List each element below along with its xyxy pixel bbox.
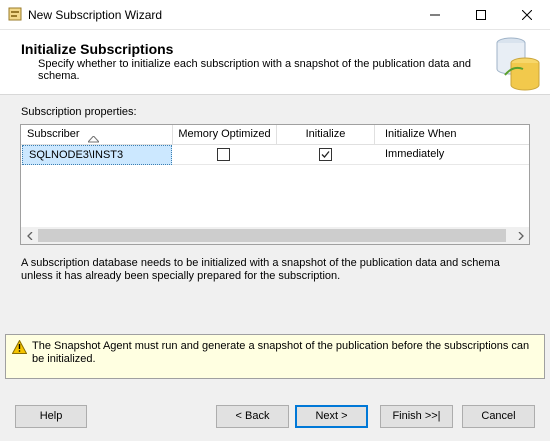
column-header-memory-optimized[interactable]: Memory Optimized: [173, 125, 277, 145]
finish-button[interactable]: Finish >>|: [380, 405, 453, 428]
memory-optimized-checkbox[interactable]: [217, 148, 230, 161]
warning-triangle-icon: [11, 339, 28, 357]
wizard-icon: [8, 7, 22, 21]
warning-panel: The Snapshot Agent must run and generate…: [5, 334, 545, 379]
next-button[interactable]: Next >: [295, 405, 368, 428]
column-header-initialize-when[interactable]: Initialize When: [375, 125, 529, 145]
initialize-cell: [277, 145, 375, 165]
maximize-button[interactable]: [458, 0, 504, 30]
wizard-header: Initialize Subscriptions Specify whether…: [0, 30, 550, 95]
help-button[interactable]: Help: [15, 405, 87, 428]
page-title: Initialize Subscriptions: [21, 41, 174, 57]
back-button[interactable]: < Back: [216, 405, 289, 428]
initialize-when-cell[interactable]: Immediately: [375, 145, 529, 165]
window-title: New Subscription Wizard: [28, 8, 163, 22]
initialize-checkbox[interactable]: [319, 148, 332, 161]
column-header-subscriber[interactable]: Subscriber: [21, 125, 173, 145]
grid-header: Subscriber Memory Optimized Initialize I…: [21, 125, 529, 145]
horizontal-scrollbar[interactable]: [21, 227, 529, 244]
title-bar: New Subscription Wizard: [0, 0, 550, 30]
subscriber-cell[interactable]: SQLNODE3\INST3: [22, 145, 172, 165]
scroll-right-icon[interactable]: [512, 227, 529, 244]
scrollbar-thumb[interactable]: [38, 229, 506, 242]
column-header-initialize[interactable]: Initialize: [277, 125, 375, 145]
database-cylinder-icon: [493, 35, 543, 94]
subscription-properties-label: Subscription properties:: [21, 106, 137, 118]
info-text: A subscription database needs to be init…: [21, 257, 500, 282]
table-row[interactable]: SQLNODE3\INST3 Immediately: [21, 145, 529, 165]
page-description: Specify whether to initialize each subsc…: [38, 58, 471, 82]
warning-text: The Snapshot Agent must run and generate…: [32, 340, 530, 365]
memory-optimized-cell: [173, 145, 277, 165]
close-button[interactable]: [504, 0, 550, 30]
cancel-button[interactable]: Cancel: [462, 405, 535, 428]
scroll-left-icon[interactable]: [21, 227, 38, 244]
minimize-button[interactable]: [412, 0, 458, 30]
subscription-grid[interactable]: Subscriber Memory Optimized Initialize I…: [20, 124, 530, 245]
